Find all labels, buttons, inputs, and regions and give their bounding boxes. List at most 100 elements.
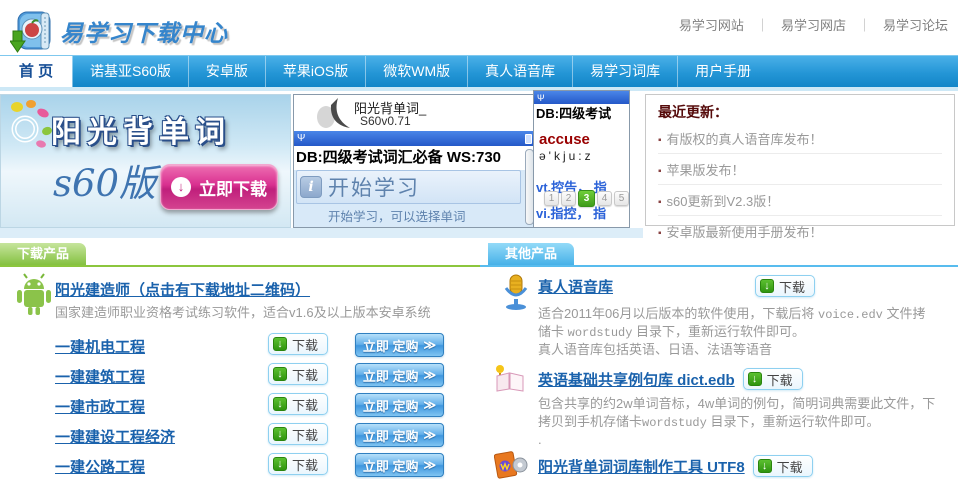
chevron-right-icon: ≫ xyxy=(424,428,437,442)
android-icon xyxy=(15,273,53,317)
book-bulb-icon xyxy=(492,363,526,393)
downloads-tab-row: 下载产品 xyxy=(0,243,480,267)
other-item-header: 英语基础共享例句库 dict.edb ↓ 下载 xyxy=(538,368,803,390)
dictionary-phonetic: ə'kju:z xyxy=(539,149,629,163)
order-button[interactable]: 立即 定购 ≫ xyxy=(355,333,444,357)
product-description: 国家建造师职业资格考试练习软件，适合v1.6及以上版本安卓系统 xyxy=(55,304,431,322)
top-link-website[interactable]: 易学习网站 xyxy=(679,15,744,34)
download-label: 下载 xyxy=(292,395,318,414)
download-label: 下载 xyxy=(292,455,318,474)
top-links: 易学习网站 ｜ 易学习网店 ｜ 易学习论坛 xyxy=(679,15,948,34)
backpack-logo-icon xyxy=(10,5,56,53)
top-link-forum[interactable]: 易学习论坛 xyxy=(883,15,948,34)
page-button-3-active[interactable]: 3 xyxy=(578,190,595,207)
download-button[interactable]: ↓ 下载 xyxy=(268,363,328,385)
order-button[interactable]: 立即 定购≫ xyxy=(355,453,444,477)
promo-banner: 阳光背单词 s60版 ↓ 立即下载 xyxy=(0,94,291,228)
other-products-section: 其他产品 真人语音库 ↓下载 适合2011年06月以后版本的软件使用，下载后将 … xyxy=(480,243,958,479)
bullet-icon: ▪ xyxy=(658,135,662,146)
app-screenshot-2: Ψ DB:四级考试 accuse ə'kju:z vt.控告， 指 vi.指控，… xyxy=(533,90,630,228)
download-label: 下载 xyxy=(292,425,318,444)
banner-download-label: 立即下载 xyxy=(199,175,267,200)
menu-item-subtext: 开始学习，可以选择单词 xyxy=(328,206,535,225)
nav-item-wm[interactable]: 微软WM版 xyxy=(365,56,467,87)
screenshot1-menu: i 开始学习 开始学习，可以选择单词 xyxy=(294,170,535,228)
nav-item-dictionary[interactable]: 易学习词库 xyxy=(572,56,677,87)
download-arrow-icon: ↓ xyxy=(273,367,287,381)
nav-item-manual[interactable]: 用户手册 xyxy=(677,56,768,87)
download-button[interactable]: ↓ 下载 xyxy=(743,368,803,390)
banner-title: 阳光背单词 xyxy=(51,107,231,151)
page-button-4[interactable]: 4 xyxy=(597,191,612,206)
row-link[interactable]: 一建建筑工程 xyxy=(55,366,145,387)
screenshot1-selected-row: i 开始学习 xyxy=(296,170,521,204)
page-button-5[interactable]: 5 xyxy=(614,191,629,206)
other-products-tab: 其他产品 xyxy=(488,243,574,265)
page-button-2[interactable]: 2 xyxy=(561,191,576,206)
nav-item-voice-library[interactable]: 真人语音库 xyxy=(467,56,572,87)
update-text: s60更新到V2.3版！ xyxy=(667,194,780,209)
download-row: 一建市政工程 ↓下载 立即 定购≫ xyxy=(55,393,475,419)
chevron-right-icon: ≫ xyxy=(424,338,437,352)
antenna-icon: Ψ xyxy=(537,93,545,103)
download-button[interactable]: ↓下载 xyxy=(755,275,815,297)
download-label: 下载 xyxy=(767,370,793,389)
order-label: 立即 定购 xyxy=(363,426,419,445)
download-arrow-icon: ↓ xyxy=(760,279,774,293)
main-nav: 首 页 诺基亚S60版 安卓版 苹果iOS版 微软WM版 真人语音库 易学习词库… xyxy=(0,55,958,87)
download-arrow-icon: ↓ xyxy=(748,372,762,386)
item-description-line: 真人语音库包括英语、日语、法语等语音 xyxy=(538,341,772,359)
app-swoosh-logo-icon xyxy=(314,97,354,131)
page-button-1[interactable]: 1 xyxy=(544,191,559,206)
item-description-line: 包含共享的约2w单词音标，4w单词的例句，简明词典需要此文件，下 xyxy=(538,395,935,413)
toolbook-wrench-icon xyxy=(494,449,528,479)
update-text: 安卓版最新使用手册发布！ xyxy=(667,225,823,240)
screenshot1-statusbar: Ψ xyxy=(294,131,535,146)
chevron-right-icon: ≫ xyxy=(424,368,437,382)
download-button[interactable]: ↓下载 xyxy=(753,455,813,477)
order-label: 立即 定购 xyxy=(363,336,419,355)
download-arrow-icon: ↓ xyxy=(273,427,287,441)
pipe-separator: ｜ xyxy=(858,15,871,34)
top-link-shop[interactable]: 易学习网店 xyxy=(781,15,846,34)
download-button[interactable]: ↓下载 xyxy=(268,393,328,415)
download-button[interactable]: ↓ 下载 xyxy=(268,423,328,445)
antenna-icon: Ψ xyxy=(297,133,305,144)
download-button[interactable]: ↓ 下载 xyxy=(268,453,328,475)
update-text: 苹果版发布！ xyxy=(667,163,745,178)
download-label: 下载 xyxy=(292,335,318,354)
banner-download-button[interactable]: ↓ 立即下载 xyxy=(160,164,278,210)
nav-item-ios[interactable]: 苹果iOS版 xyxy=(265,56,365,87)
downloads-tab: 下载产品 xyxy=(0,243,86,265)
update-item: ▪苹果版发布！ xyxy=(658,154,942,185)
order-button[interactable]: 立即 定购 ≫ xyxy=(355,423,444,447)
order-label: 立即 定购 xyxy=(363,366,419,385)
download-row: 一建建设工程经济 ↓ 下载 立即 定购 ≫ xyxy=(55,423,475,449)
nav-item-nokia-s60[interactable]: 诺基亚S60版 xyxy=(72,56,188,87)
screenshot1-header: 阳光背单词_ S60v0.71 xyxy=(294,95,535,131)
download-button[interactable]: ↓下载 xyxy=(268,333,328,355)
download-row: 一建机电工程 ↓下载 立即 定购 ≫ xyxy=(55,333,475,359)
download-label: 下载 xyxy=(292,365,318,384)
nav-item-android[interactable]: 安卓版 xyxy=(188,56,265,87)
app-screenshot-1: 阳光背单词_ S60v0.71 Ψ DB:四级考试词汇必备 WS:730 i 开… xyxy=(293,94,536,228)
voice-library-link[interactable]: 真人语音库 xyxy=(538,276,613,297)
page: 易学习下载中心 易学习网站 ｜ 易学习网店 ｜ 易学习论坛 首 页 诺基亚S60… xyxy=(0,0,958,479)
row-link[interactable]: 一建机电工程 xyxy=(55,336,145,357)
screenshot2-statusbar: Ψ xyxy=(534,91,629,104)
sentence-library-link[interactable]: 英语基础共享例句库 dict.edb xyxy=(538,369,735,390)
dict-tool-link[interactable]: 阳光背单词词库制作工具 UTF8 xyxy=(538,456,745,477)
row-link[interactable]: 一建市政工程 xyxy=(55,396,145,417)
header: 易学习下载中心 易学习网站 ｜ 易学习网店 ｜ 易学习论坛 xyxy=(0,0,958,55)
product-title-link[interactable]: 阳光建造师（点击有下载地址二维码） xyxy=(55,279,310,300)
order-button[interactable]: 立即 定购≫ xyxy=(355,393,444,417)
download-arrow-icon: ↓ xyxy=(273,457,287,471)
download-row: 一建公路工程 ↓ 下载 立即 定购≫ xyxy=(55,453,475,479)
nav-item-home[interactable]: 首 页 xyxy=(0,56,72,87)
banner-band: 阳光背单词 s60版 ↓ 立即下载 阳光背单词_ S60v0.71 Ψ DB:四… xyxy=(0,90,958,240)
order-button[interactable]: 立即 定购 ≫ xyxy=(355,363,444,387)
row-link[interactable]: 一建公路工程 xyxy=(55,456,145,477)
recent-updates-title: 最近更新： xyxy=(658,102,942,122)
info-icon: i xyxy=(300,176,322,198)
row-link[interactable]: 一建建设工程经济 xyxy=(55,426,175,447)
